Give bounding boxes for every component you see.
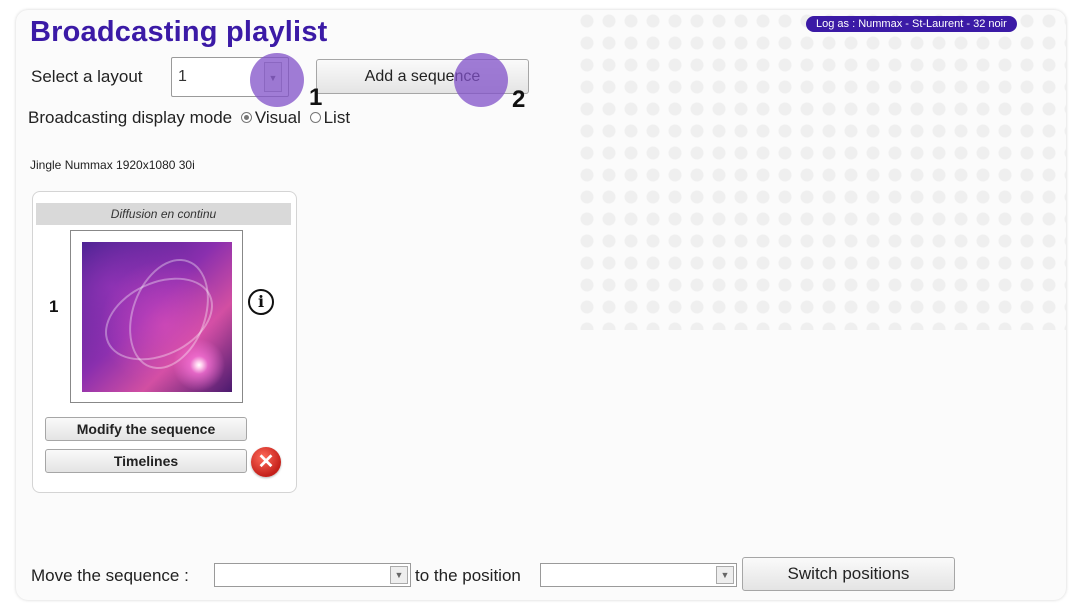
thumbnail-swirl bbox=[114, 247, 224, 381]
sequence-thumbnail[interactable] bbox=[82, 242, 232, 392]
dropdown-arrow-icon[interactable]: ▼ bbox=[716, 566, 734, 584]
modify-sequence-button[interactable]: Modify the sequence bbox=[45, 417, 247, 441]
move-sequence-label: Move the sequence : bbox=[31, 566, 189, 585]
move-sequence-select[interactable]: ▼ bbox=[214, 563, 411, 587]
target-position-select[interactable]: ▼ bbox=[540, 563, 737, 587]
sequence-card: Diffusion en continu 1 i Modify the sequ… bbox=[32, 191, 297, 493]
to-position-label: to the position bbox=[415, 566, 521, 585]
jingle-label: Jingle Nummax 1920x1080 30i bbox=[30, 158, 195, 172]
radio-visual-label[interactable]: Visual bbox=[255, 108, 301, 127]
sequence-thumbnail-frame[interactable] bbox=[70, 230, 243, 403]
delete-icon[interactable]: ✕ bbox=[251, 447, 281, 477]
annotation-label-2: 2 bbox=[512, 86, 526, 113]
background-dot-pattern bbox=[576, 10, 1066, 330]
page-title: Broadcasting playlist bbox=[30, 16, 328, 48]
layout-select-value: 1 bbox=[178, 68, 187, 85]
annotation-marker-2 bbox=[454, 53, 508, 107]
radio-visual-icon[interactable] bbox=[240, 112, 252, 123]
sequence-number: 1 bbox=[49, 297, 59, 316]
dropdown-arrow-icon[interactable]: ▼ bbox=[390, 566, 408, 584]
radio-list-icon[interactable] bbox=[309, 112, 321, 123]
display-mode-row: Broadcasting display mode Visual List bbox=[28, 108, 350, 128]
sequence-card-header: Diffusion en continu bbox=[36, 203, 291, 225]
radio-list-label[interactable]: List bbox=[324, 108, 350, 127]
switch-positions-button[interactable]: Switch positions bbox=[742, 557, 955, 591]
display-mode-label: Broadcasting display mode bbox=[28, 108, 233, 127]
playlist-panel: Broadcasting playlist Log as : Nummax - … bbox=[16, 10, 1066, 600]
info-icon[interactable]: i bbox=[248, 289, 274, 315]
timelines-button[interactable]: Timelines bbox=[45, 449, 247, 473]
annotation-marker-1 bbox=[250, 53, 304, 107]
login-badge[interactable]: Log as : Nummax - St-Laurent - 32 noir bbox=[806, 16, 1017, 32]
layout-label: Select a layout bbox=[31, 67, 143, 86]
